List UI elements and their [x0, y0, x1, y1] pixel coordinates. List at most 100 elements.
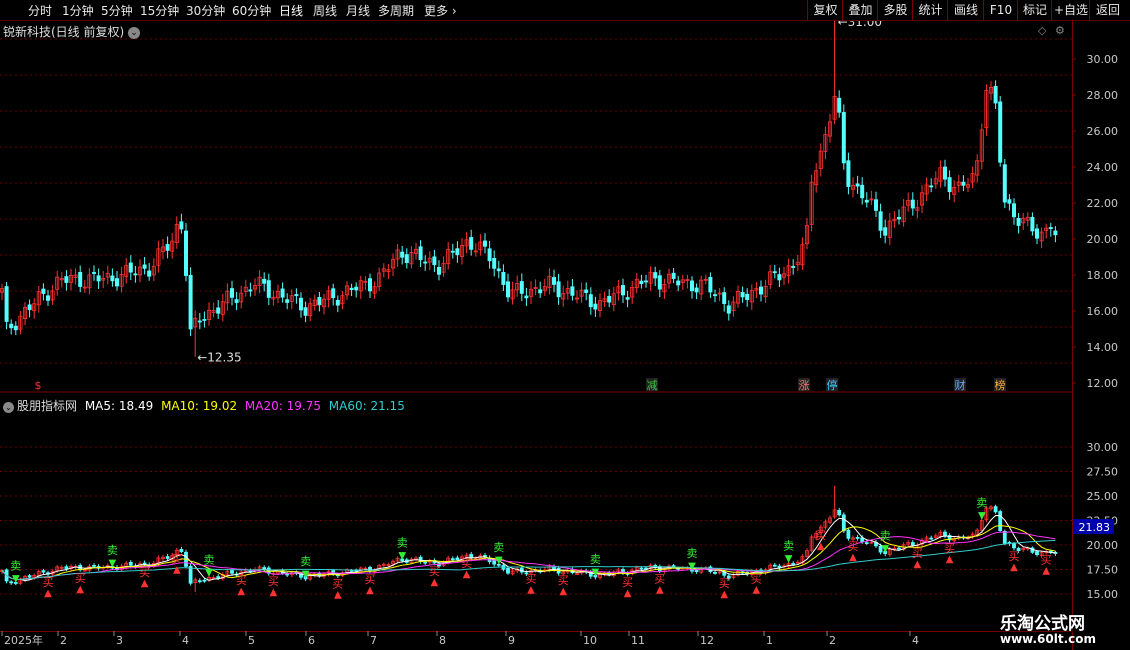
- date-label: 3: [116, 634, 123, 647]
- candle: [593, 296, 598, 317]
- candle: [634, 272, 639, 294]
- toolbar-button-2[interactable]: 多股: [877, 0, 913, 20]
- indicator-candle: [1053, 550, 1058, 556]
- candle: [179, 213, 184, 234]
- period-tab-3[interactable]: 15分钟: [140, 2, 179, 19]
- indicator-chart[interactable]: 卖▼ 买▲买▲卖▼买▲买▲卖▼买▲买▲卖▼买▲买▲卖▼买▲买▲卖▼买▲买▲卖▼买▲…: [0, 395, 1072, 631]
- event-marker[interactable]: $: [35, 379, 42, 392]
- indicator-candle-body: [1035, 551, 1039, 555]
- candle: [41, 283, 46, 301]
- event-marker[interactable]: 榜: [995, 378, 1006, 392]
- event-marker[interactable]: 涨: [799, 379, 810, 392]
- period-tab-9[interactable]: 多周期: [378, 2, 414, 19]
- price-tick-label: 16.00: [1087, 305, 1119, 318]
- down-arrow-icon: ▼: [302, 569, 310, 580]
- toolbar-button-7[interactable]: +自选: [1051, 0, 1090, 20]
- toolbar-button-3[interactable]: 统计: [912, 0, 948, 20]
- period-tab-5[interactable]: 60分钟: [232, 2, 271, 19]
- candle: [377, 267, 382, 292]
- candle: [979, 123, 984, 170]
- candle-body: [556, 281, 561, 298]
- candle: [216, 300, 221, 319]
- gear-icon[interactable]: ⚙: [1055, 24, 1065, 37]
- candle: [671, 268, 676, 284]
- candle: [584, 282, 589, 301]
- candle: [910, 192, 915, 216]
- period-tab-2[interactable]: 5分钟: [101, 2, 133, 19]
- event-marker[interactable]: 停: [827, 378, 838, 392]
- toolbar-button-0[interactable]: 复权: [807, 0, 843, 20]
- toolbar-button-4[interactable]: 画线: [947, 0, 984, 20]
- date-label: 2: [829, 634, 836, 647]
- toolbar-button-8[interactable]: 返回: [1089, 0, 1126, 20]
- period-tab-7[interactable]: 周线: [313, 2, 337, 19]
- period-tab-8[interactable]: 月线: [346, 2, 370, 19]
- candle-body: [947, 177, 952, 193]
- candle: [924, 177, 929, 202]
- candle: [565, 280, 570, 300]
- period-tab-6[interactable]: 日线: [279, 2, 303, 19]
- indicator-candle: [846, 527, 851, 541]
- candle-body: [317, 297, 322, 306]
- candle: [115, 271, 120, 291]
- candle: [561, 285, 566, 307]
- candle: [515, 275, 520, 297]
- candle: [275, 284, 280, 304]
- candle: [818, 143, 823, 177]
- candle-body: [262, 278, 267, 284]
- down-arrow-icon: ▼: [12, 574, 20, 585]
- candle-body: [519, 281, 524, 294]
- period-tab-4[interactable]: 30分钟: [186, 2, 225, 19]
- candle: [717, 287, 722, 302]
- indicator-tick-label: 17.50: [1087, 564, 1119, 577]
- candle: [552, 269, 557, 293]
- candle: [915, 199, 920, 219]
- candle: [239, 285, 244, 309]
- sell-signal: 卖: [493, 541, 504, 554]
- candle: [602, 291, 607, 307]
- period-tab-1[interactable]: 1分钟: [62, 2, 94, 19]
- candle-body: [349, 287, 354, 291]
- candlestick-chart[interactable]: ←31.00 ←12.35 $ 减 涨 停 财 榜 ◇ ⚙: [0, 21, 1072, 393]
- event-marker[interactable]: 减: [647, 379, 658, 392]
- indicator-candle: [542, 567, 547, 573]
- period-tab-0[interactable]: 分时: [28, 2, 52, 19]
- candle: [975, 154, 980, 183]
- candle: [768, 265, 773, 290]
- candle: [648, 266, 653, 291]
- up-arrow-icon: ▲: [366, 585, 374, 596]
- date-label: 5: [248, 634, 255, 647]
- up-arrow-icon: ▲: [720, 589, 728, 600]
- candle-body: [492, 257, 497, 269]
- candle: [206, 302, 211, 326]
- indicator-dropdown-icon[interactable]: ⌄: [3, 402, 14, 413]
- toolbar-button-5[interactable]: F10: [983, 0, 1018, 20]
- candle: [703, 274, 708, 285]
- up-arrow-icon: ▲: [463, 569, 471, 580]
- date-label: 6: [308, 634, 315, 647]
- candle: [133, 266, 138, 283]
- diamond-icon[interactable]: ◇: [1038, 24, 1047, 37]
- candle-body: [777, 274, 782, 281]
- candle: [869, 190, 874, 205]
- candle-body: [759, 286, 764, 295]
- candle: [9, 319, 14, 335]
- candle: [736, 285, 741, 308]
- toolbar-button-1[interactable]: 叠加: [842, 0, 878, 20]
- event-marker[interactable]: 财: [955, 378, 966, 392]
- candle: [147, 262, 152, 281]
- candle-body: [1002, 164, 1007, 203]
- candle-body: [331, 288, 336, 299]
- toolbar-button-6[interactable]: 标记: [1017, 0, 1052, 20]
- indicator-candle-body: [772, 564, 777, 567]
- candle: [418, 240, 423, 268]
- candle: [970, 166, 975, 189]
- candle-body: [9, 323, 14, 329]
- period-tab-10[interactable]: 更多 ›: [424, 2, 457, 19]
- candle: [308, 297, 313, 322]
- indicator-candle: [929, 535, 934, 541]
- candle-body: [335, 299, 340, 306]
- candle: [124, 257, 129, 284]
- indicator-candle: [1021, 546, 1026, 553]
- candle-body: [841, 112, 846, 164]
